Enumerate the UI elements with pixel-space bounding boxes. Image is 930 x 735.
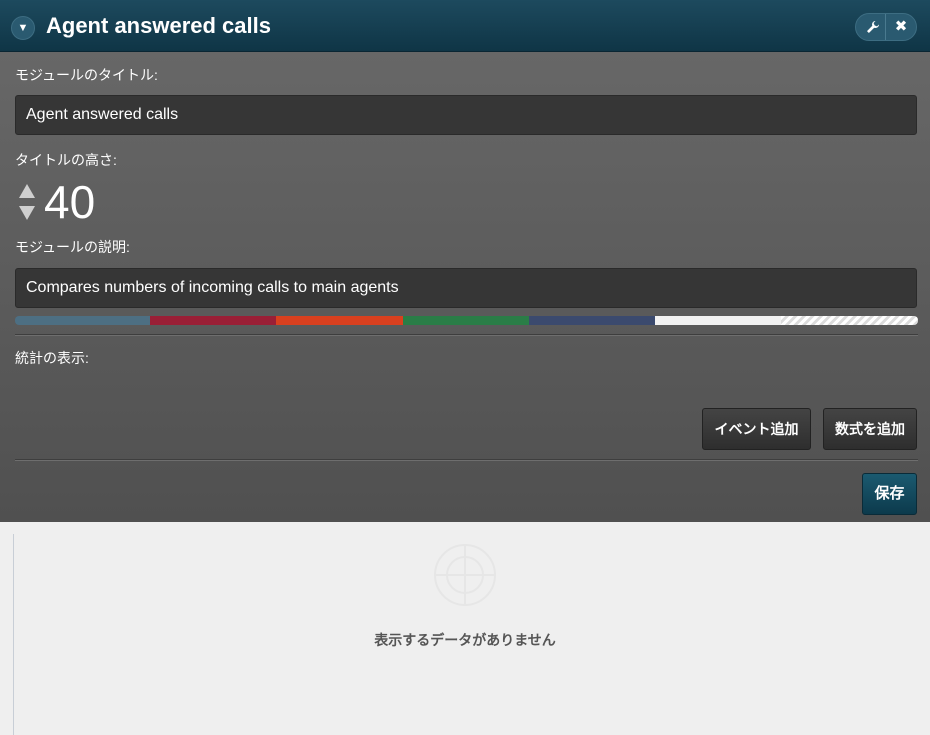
module-description-input[interactable]: Compares numbers of incoming calls to ma… xyxy=(15,268,917,308)
module-title-label: モジュールのタイトル: xyxy=(15,67,158,83)
header-tools: ✖ xyxy=(855,13,917,41)
collapse-button[interactable]: ▼ xyxy=(11,16,35,40)
color-swatch[interactable] xyxy=(655,316,781,325)
save-button[interactable]: 保存 xyxy=(862,473,917,515)
add-event-button[interactable]: イベント追加 xyxy=(702,408,811,450)
chevron-down-icon: ▼ xyxy=(17,22,29,34)
wrench-icon xyxy=(867,21,879,33)
window-title: Agent answered calls xyxy=(46,13,271,38)
close-icon: ✖ xyxy=(894,18,908,35)
color-swatch[interactable] xyxy=(403,316,529,325)
loading-watermark-icon xyxy=(434,544,496,606)
color-swatch[interactable] xyxy=(529,316,655,325)
color-swatch[interactable] xyxy=(15,316,150,325)
settings-button[interactable] xyxy=(858,14,888,40)
close-button[interactable]: ✖ xyxy=(885,14,916,40)
title-height-stepper[interactable] xyxy=(19,182,39,222)
decrement-arrow-icon[interactable] xyxy=(19,206,35,220)
add-formula-button[interactable]: 数式を追加 xyxy=(823,408,917,450)
module-title-input[interactable]: Agent answered calls xyxy=(15,95,917,135)
color-swatch[interactable] xyxy=(781,316,918,325)
divider xyxy=(15,459,918,461)
settings-panel: モジュールのタイトル: Agent answered calls タイトルの高さ… xyxy=(0,52,930,522)
stats-display-label: 統計の表示: xyxy=(15,350,89,366)
title-height-label: タイトルの高さ: xyxy=(15,152,117,168)
increment-arrow-icon[interactable] xyxy=(19,184,35,198)
title-height-value[interactable]: 40 xyxy=(44,176,95,228)
color-palette xyxy=(15,316,918,325)
color-swatch[interactable] xyxy=(276,316,403,325)
module-description-label: モジュールの説明: xyxy=(15,239,130,255)
chart-area: 表示するデータがありません xyxy=(0,522,930,735)
title-bar: ▼ Agent answered calls ✖ xyxy=(0,0,930,52)
module-window: ▼ Agent answered calls ✖ モジュールのタイトル: Age… xyxy=(0,0,930,735)
no-data-message: 表示するデータがありません xyxy=(374,632,556,648)
color-swatch[interactable] xyxy=(150,316,276,325)
divider xyxy=(15,334,918,336)
